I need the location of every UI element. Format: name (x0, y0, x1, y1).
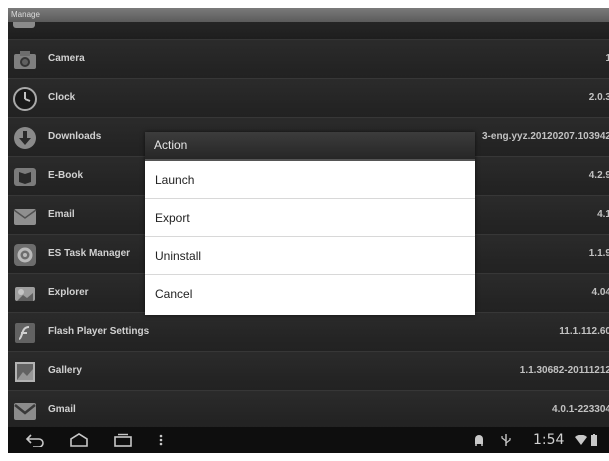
app-version: 1.1.30682-20111212 (519, 365, 609, 376)
recent-apps-icon[interactable] (112, 432, 134, 448)
app-name: Flash Player Settings (48, 326, 150, 337)
usb-icon (500, 432, 512, 448)
flash-icon (13, 321, 37, 345)
task-manager-icon (13, 243, 37, 267)
app-name: Downloads (48, 131, 102, 142)
app-name: Email (48, 209, 75, 220)
app-version: 1 (605, 53, 609, 64)
list-item[interactable]: Gallery 1.1.30682-20111212 (8, 352, 609, 391)
app-name: Explorer (48, 287, 89, 298)
action-dialog: Action Launch Export Uninstall Cancel (145, 132, 475, 315)
system-navigation-bar: 1:54 (8, 427, 609, 453)
app-version: 2.0.3 (588, 92, 609, 103)
wifi-icon (575, 432, 587, 448)
email-icon (13, 204, 37, 228)
android-debug-icon (472, 432, 486, 448)
download-icon (13, 126, 37, 150)
window-title: Manage (8, 8, 609, 22)
app-name: Camera (48, 53, 85, 64)
list-item[interactable]: Clock 2.0.3 (8, 79, 609, 118)
app-name: E-Book (48, 170, 83, 181)
explorer-icon (13, 282, 37, 306)
home-icon[interactable] (68, 432, 90, 448)
app-icon-partial (13, 22, 35, 28)
list-item[interactable]: Flash Player Settings 11.1.112.60 (8, 313, 609, 352)
status-clock: 1:54 (533, 432, 565, 448)
book-icon (13, 165, 37, 189)
export-option[interactable]: Export (145, 199, 475, 237)
camera-icon (13, 48, 37, 72)
app-name: Gallery (48, 365, 82, 376)
app-version: 4.04 (591, 287, 609, 298)
list-item[interactable]: Camera 1 (8, 40, 609, 79)
uninstall-option[interactable]: Uninstall (145, 237, 475, 275)
app-name: Clock (48, 92, 76, 103)
cancel-option[interactable]: Cancel (145, 275, 475, 313)
device-screen: Manage Camera 1 Clock 2.0.3 Downloads 3-… (8, 8, 609, 453)
app-version: 3-eng.yyz.20120207.103942 (482, 131, 609, 142)
gmail-icon (13, 399, 37, 423)
app-version: 1.1.9 (588, 248, 609, 259)
app-version: 4.1 (597, 209, 609, 220)
list-item[interactable]: Gmail 4.0.1-223304 (8, 391, 609, 430)
list-item-partial[interactable] (8, 22, 609, 40)
clock-icon (13, 87, 37, 111)
app-name: Gmail (48, 404, 76, 415)
dialog-title: Action (145, 132, 475, 161)
app-version: 4.2.9 (588, 170, 609, 181)
back-icon[interactable] (24, 432, 46, 448)
menu-icon[interactable] (156, 432, 166, 448)
app-version: 4.0.1-223304 (552, 404, 609, 415)
battery-icon (590, 432, 598, 448)
app-name: ES Task Manager (48, 248, 131, 259)
gallery-icon (13, 360, 37, 384)
launch-option[interactable]: Launch (145, 161, 475, 199)
app-version: 11.1.112.60 (559, 326, 609, 337)
